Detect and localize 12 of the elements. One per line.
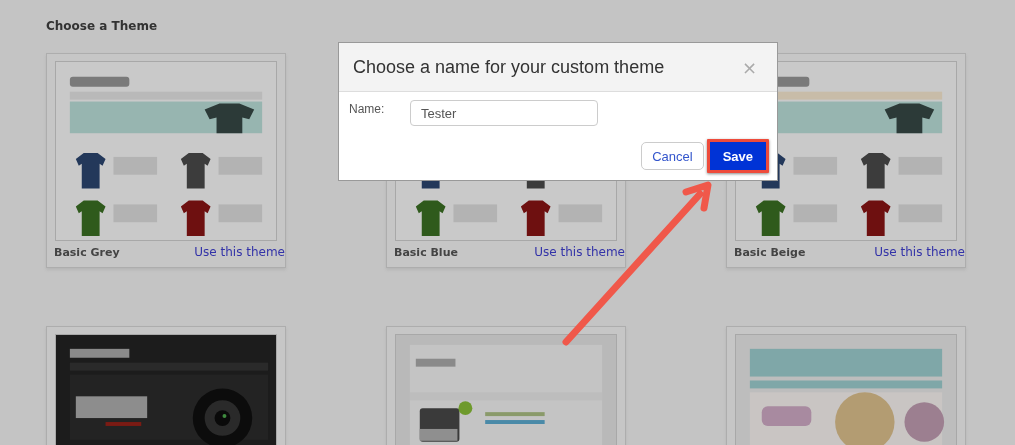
- page-heading: Choose a Theme: [46, 19, 159, 33]
- cancel-button[interactable]: Cancel: [641, 142, 704, 170]
- use-theme-link[interactable]: Use this theme: [874, 245, 965, 259]
- dialog-title: Choose a name for your custom theme: [353, 56, 665, 78]
- theme-name: Basic Blue: [394, 245, 458, 259]
- field-label: Name:: [349, 102, 386, 116]
- use-theme-link[interactable]: Use this theme: [534, 245, 625, 259]
- use-theme-link[interactable]: Use this theme: [194, 245, 285, 259]
- theme-name: Basic Grey: [54, 245, 120, 259]
- theme-name: Basic Beige: [734, 245, 806, 259]
- save-button[interactable]: Save: [706, 139, 769, 173]
- name-field[interactable]: Tester: [410, 100, 598, 126]
